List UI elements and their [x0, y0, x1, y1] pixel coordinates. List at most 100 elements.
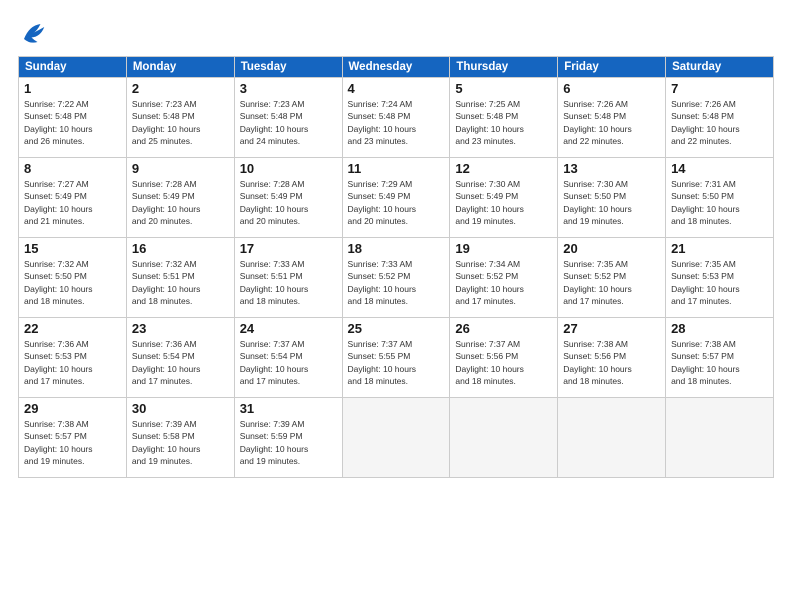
day-info-text: Sunrise: 7:31 AM Sunset: 5:50 PM Dayligh… — [671, 178, 768, 227]
weekday-header-friday: Friday — [558, 57, 666, 78]
day-number: 8 — [24, 161, 121, 176]
weekday-header-tuesday: Tuesday — [234, 57, 342, 78]
day-number: 12 — [455, 161, 552, 176]
calendar-cell: 23 Sunrise: 7:36 AM Sunset: 5:54 PM Dayli… — [126, 318, 234, 398]
page-header — [18, 18, 774, 48]
day-number: 25 — [348, 321, 445, 336]
day-number: 15 — [24, 241, 121, 256]
calendar-cell: 11 Sunrise: 7:29 AM Sunset: 5:49 PM Dayli… — [342, 158, 450, 238]
day-number: 22 — [24, 321, 121, 336]
day-info-text: Sunrise: 7:36 AM Sunset: 5:54 PM Dayligh… — [132, 338, 229, 387]
day-info-text: Sunrise: 7:26 AM Sunset: 5:48 PM Dayligh… — [671, 98, 768, 147]
calendar-cell: 15 Sunrise: 7:32 AM Sunset: 5:50 PM Dayli… — [19, 238, 127, 318]
week-row-4: 22 Sunrise: 7:36 AM Sunset: 5:53 PM Dayli… — [19, 318, 774, 398]
day-number: 17 — [240, 241, 337, 256]
weekday-header-saturday: Saturday — [666, 57, 774, 78]
day-number: 9 — [132, 161, 229, 176]
day-number: 18 — [348, 241, 445, 256]
day-number: 2 — [132, 81, 229, 96]
day-number: 1 — [24, 81, 121, 96]
weekday-header-wednesday: Wednesday — [342, 57, 450, 78]
day-number: 6 — [563, 81, 660, 96]
day-info-text: Sunrise: 7:37 AM Sunset: 5:55 PM Dayligh… — [348, 338, 445, 387]
day-number: 4 — [348, 81, 445, 96]
calendar-cell: 31 Sunrise: 7:39 AM Sunset: 5:59 PM Dayli… — [234, 398, 342, 478]
day-number: 5 — [455, 81, 552, 96]
calendar-cell: 28Sunrise: 7:38 AM Sunset: 5:57 PM Dayli… — [666, 318, 774, 398]
calendar-cell: 22 Sunrise: 7:36 AM Sunset: 5:53 PM Dayli… — [19, 318, 127, 398]
calendar-cell: 10 Sunrise: 7:28 AM Sunset: 5:49 PM Dayli… — [234, 158, 342, 238]
weekday-header-sunday: Sunday — [19, 57, 127, 78]
calendar-cell: 25 Sunrise: 7:37 AM Sunset: 5:55 PM Dayli… — [342, 318, 450, 398]
calendar-cell: 30 Sunrise: 7:39 AM Sunset: 5:58 PM Dayli… — [126, 398, 234, 478]
day-info-text: Sunrise: 7:32 AM Sunset: 5:50 PM Dayligh… — [24, 258, 121, 307]
day-info-text: Sunrise: 7:36 AM Sunset: 5:53 PM Dayligh… — [24, 338, 121, 387]
calendar-cell: 5 Sunrise: 7:25 AM Sunset: 5:48 PM Daylig… — [450, 78, 558, 158]
calendar-cell: 24 Sunrise: 7:37 AM Sunset: 5:54 PM Dayli… — [234, 318, 342, 398]
calendar-cell: 17 Sunrise: 7:33 AM Sunset: 5:51 PM Dayli… — [234, 238, 342, 318]
calendar-cell: 13 Sunrise: 7:30 AM Sunset: 5:50 PM Dayli… — [558, 158, 666, 238]
day-info-text: Sunrise: 7:25 AM Sunset: 5:48 PM Dayligh… — [455, 98, 552, 147]
calendar-cell — [558, 398, 666, 478]
day-info-text: Sunrise: 7:35 AM Sunset: 5:52 PM Dayligh… — [563, 258, 660, 307]
calendar-cell: 1Sunrise: 7:22 AM Sunset: 5:48 PM Daylig… — [19, 78, 127, 158]
calendar-cell: 2Sunrise: 7:23 AM Sunset: 5:48 PM Daylig… — [126, 78, 234, 158]
calendar-cell: 12 Sunrise: 7:30 AM Sunset: 5:49 PM Dayli… — [450, 158, 558, 238]
calendar-page: SundayMondayTuesdayWednesdayThursdayFrid… — [0, 0, 792, 612]
calendar-cell: 19 Sunrise: 7:34 AM Sunset: 5:52 PM Dayli… — [450, 238, 558, 318]
calendar-cell: 3Sunrise: 7:23 AM Sunset: 5:48 PM Daylig… — [234, 78, 342, 158]
day-number: 7 — [671, 81, 768, 96]
calendar-cell — [342, 398, 450, 478]
logo-bird-icon — [18, 18, 48, 48]
day-number: 24 — [240, 321, 337, 336]
day-number: 19 — [455, 241, 552, 256]
calendar-cell: 27 Sunrise: 7:38 AM Sunset: 5:56 PM Dayli… — [558, 318, 666, 398]
day-info-text: Sunrise: 7:30 AM Sunset: 5:50 PM Dayligh… — [563, 178, 660, 227]
day-info-text: Sunrise: 7:29 AM Sunset: 5:49 PM Dayligh… — [348, 178, 445, 227]
weekday-header-monday: Monday — [126, 57, 234, 78]
calendar-cell: 8Sunrise: 7:27 AM Sunset: 5:49 PM Daylig… — [19, 158, 127, 238]
weekday-header-row: SundayMondayTuesdayWednesdayThursdayFrid… — [19, 57, 774, 78]
logo — [18, 18, 50, 48]
day-info-text: Sunrise: 7:38 AM Sunset: 5:56 PM Dayligh… — [563, 338, 660, 387]
day-info-text: Sunrise: 7:24 AM Sunset: 5:48 PM Dayligh… — [348, 98, 445, 147]
day-number: 16 — [132, 241, 229, 256]
day-number: 11 — [348, 161, 445, 176]
day-number: 30 — [132, 401, 229, 416]
calendar-cell: 16Sunrise: 7:32 AM Sunset: 5:51 PM Dayli… — [126, 238, 234, 318]
week-row-5: 29Sunrise: 7:38 AM Sunset: 5:57 PM Dayli… — [19, 398, 774, 478]
day-number: 27 — [563, 321, 660, 336]
calendar-cell: 18Sunrise: 7:33 AM Sunset: 5:52 PM Dayli… — [342, 238, 450, 318]
calendar-cell: 7 Sunrise: 7:26 AM Sunset: 5:48 PM Daylig… — [666, 78, 774, 158]
calendar-table: SundayMondayTuesdayWednesdayThursdayFrid… — [18, 56, 774, 478]
calendar-cell: 26 Sunrise: 7:37 AM Sunset: 5:56 PM Dayli… — [450, 318, 558, 398]
day-info-text: Sunrise: 7:37 AM Sunset: 5:54 PM Dayligh… — [240, 338, 337, 387]
day-info-text: Sunrise: 7:37 AM Sunset: 5:56 PM Dayligh… — [455, 338, 552, 387]
day-info-text: Sunrise: 7:39 AM Sunset: 5:59 PM Dayligh… — [240, 418, 337, 467]
day-number: 10 — [240, 161, 337, 176]
day-number: 20 — [563, 241, 660, 256]
week-row-2: 8Sunrise: 7:27 AM Sunset: 5:49 PM Daylig… — [19, 158, 774, 238]
day-info-text: Sunrise: 7:38 AM Sunset: 5:57 PM Dayligh… — [24, 418, 121, 467]
day-info-text: Sunrise: 7:30 AM Sunset: 5:49 PM Dayligh… — [455, 178, 552, 227]
day-info-text: Sunrise: 7:35 AM Sunset: 5:53 PM Dayligh… — [671, 258, 768, 307]
day-number: 23 — [132, 321, 229, 336]
day-number: 31 — [240, 401, 337, 416]
calendar-cell — [666, 398, 774, 478]
day-info-text: Sunrise: 7:28 AM Sunset: 5:49 PM Dayligh… — [240, 178, 337, 227]
day-number: 26 — [455, 321, 552, 336]
day-info-text: Sunrise: 7:39 AM Sunset: 5:58 PM Dayligh… — [132, 418, 229, 467]
day-info-text: Sunrise: 7:26 AM Sunset: 5:48 PM Dayligh… — [563, 98, 660, 147]
day-info-text: Sunrise: 7:23 AM Sunset: 5:48 PM Dayligh… — [240, 98, 337, 147]
calendar-cell: 20 Sunrise: 7:35 AM Sunset: 5:52 PM Dayli… — [558, 238, 666, 318]
day-number: 28 — [671, 321, 768, 336]
calendar-cell: 9Sunrise: 7:28 AM Sunset: 5:49 PM Daylig… — [126, 158, 234, 238]
day-number: 14 — [671, 161, 768, 176]
calendar-cell: 6 Sunrise: 7:26 AM Sunset: 5:48 PM Daylig… — [558, 78, 666, 158]
day-info-text: Sunrise: 7:34 AM Sunset: 5:52 PM Dayligh… — [455, 258, 552, 307]
day-info-text: Sunrise: 7:33 AM Sunset: 5:51 PM Dayligh… — [240, 258, 337, 307]
day-number: 13 — [563, 161, 660, 176]
calendar-cell — [450, 398, 558, 478]
calendar-cell: 29Sunrise: 7:38 AM Sunset: 5:57 PM Dayli… — [19, 398, 127, 478]
weekday-header-thursday: Thursday — [450, 57, 558, 78]
